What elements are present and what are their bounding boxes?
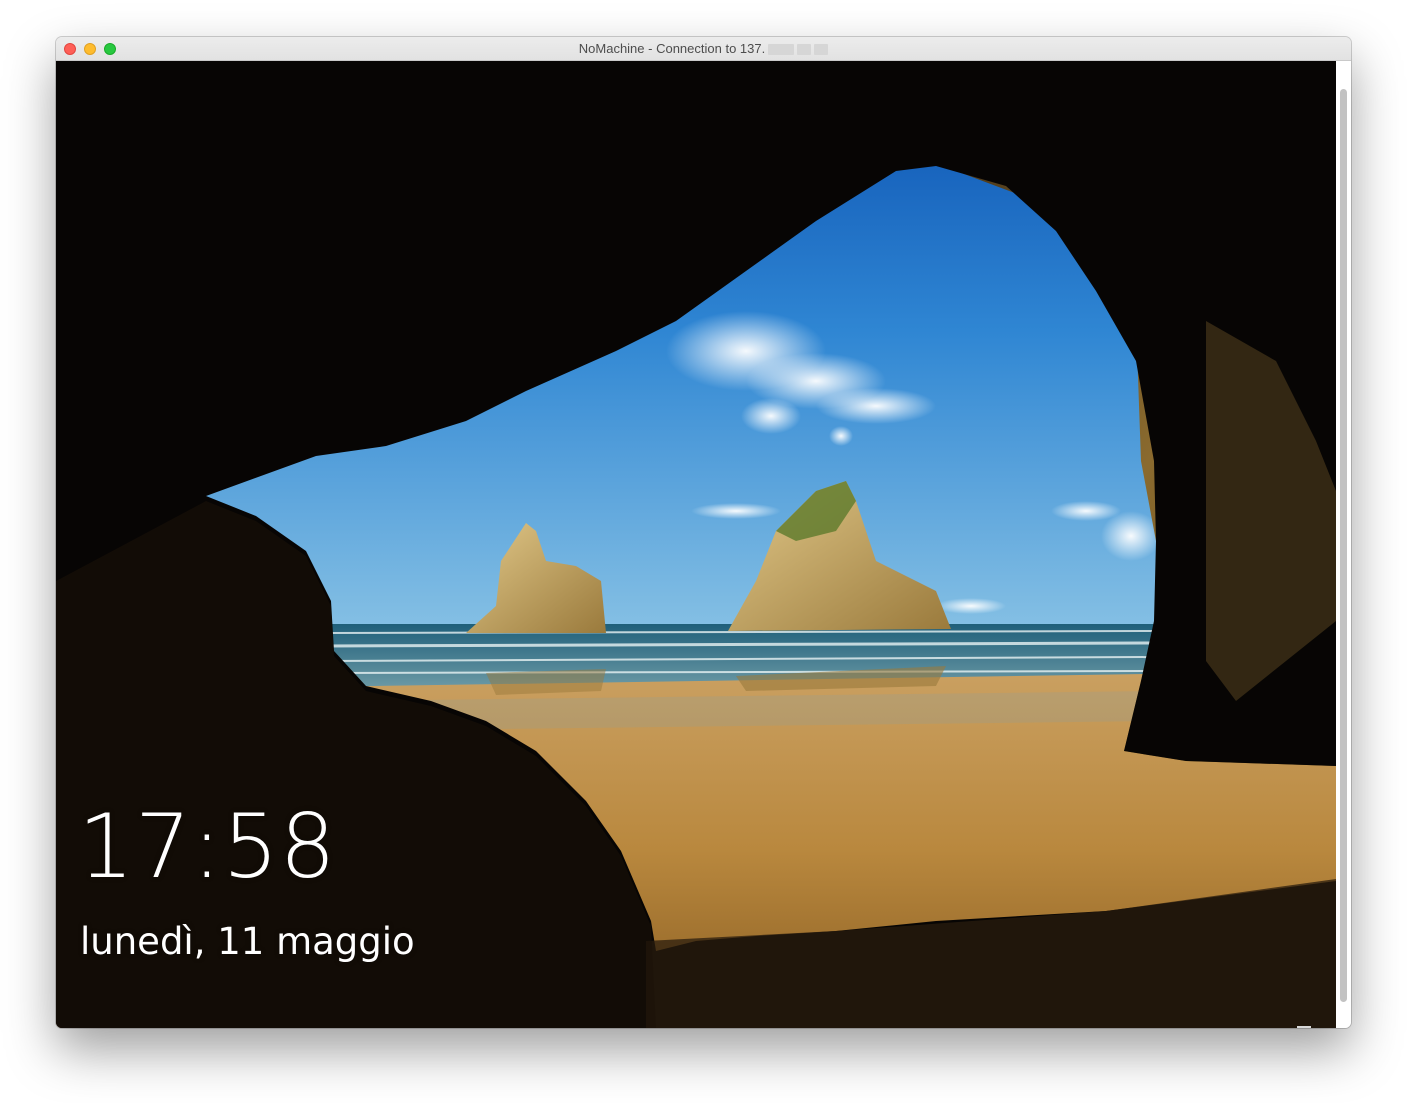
window-title-container: NoMachine - Connection to 137.	[56, 37, 1351, 60]
window-titlebar[interactable]: NoMachine - Connection to 137.	[56, 37, 1351, 61]
remote-desktop-viewport[interactable]: 17:58 lunedì, 11 maggio	[56, 61, 1336, 1028]
lock-screen-date: lunedì, 11 maggio	[80, 920, 415, 963]
vertical-scrollbar[interactable]	[1336, 61, 1351, 1028]
scrollbar-thumb[interactable]	[1340, 89, 1347, 1002]
nomachine-window: NoMachine - Connection to 137. 17:58 lun…	[56, 37, 1351, 1028]
redacted-address-part	[814, 44, 829, 56]
redacted-address-part	[797, 44, 812, 56]
window-title: NoMachine - Connection to 137.	[578, 41, 766, 56]
redacted-address-part	[768, 44, 795, 56]
lock-screen-clock: 17:58	[78, 795, 337, 898]
viewport-corner-mark	[1297, 1026, 1311, 1028]
